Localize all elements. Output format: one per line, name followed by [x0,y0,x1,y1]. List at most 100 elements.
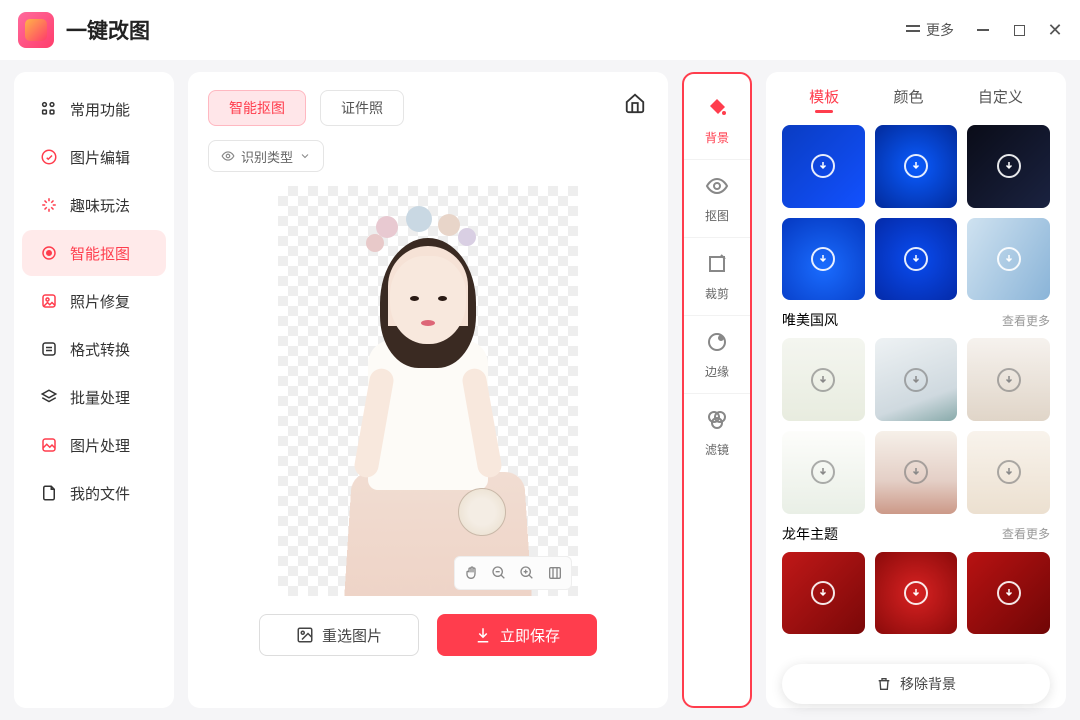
sparkle-icon [40,196,58,214]
chevron-down-icon [299,150,311,162]
more-menu-button[interactable]: 更多 [906,20,954,40]
right-tabs: 模板 颜色 自定义 [782,86,1050,113]
template-thumb[interactable] [782,218,865,301]
sidebar-item-label: 智能抠图 [70,243,130,264]
sidebar-item-cutout[interactable]: 智能抠图 [22,230,166,276]
template-scroll[interactable]: 唯美国风 查看更多 龙年主题 查看更多 [782,125,1050,708]
download-icon [474,626,492,644]
download-icon [811,247,835,271]
canvas-toolbar [454,556,572,590]
sidebar-item-convert[interactable]: 格式转换 [22,326,166,372]
home-button[interactable] [624,92,646,119]
filter-icon [705,408,729,435]
workspace: 常用功能 图片编辑 趣味玩法 智能抠图 照片修复 格式转换 批量处理 图片处理 [0,60,1080,720]
see-more-dragon[interactable]: 查看更多 [1002,525,1050,542]
download-icon [997,247,1021,271]
tool-crop[interactable]: 裁剪 [684,238,750,316]
tab-id-photo[interactable]: 证件照 [320,90,404,126]
download-icon [904,368,928,392]
image-canvas[interactable] [278,186,578,596]
download-icon [997,581,1021,605]
template-thumb[interactable] [875,338,958,421]
zoom-in-button[interactable] [514,560,540,586]
tool-strip: 背景 抠图 裁剪 边缘 滤镜 [682,72,752,708]
rtab-template[interactable]: 模板 [809,86,839,113]
section-guofeng: 唯美国风 查看更多 [782,310,1050,330]
download-icon [904,247,928,271]
close-button[interactable]: ✕ [1048,23,1062,37]
template-thumb[interactable] [782,338,865,421]
sidebar-item-label: 我的文件 [70,483,130,504]
template-thumb[interactable] [967,125,1050,208]
download-icon [811,368,835,392]
template-thumb[interactable] [875,125,958,208]
download-icon [997,368,1021,392]
eye-icon [221,149,235,163]
see-more-guofeng[interactable]: 查看更多 [1002,312,1050,329]
layers-icon [40,388,58,406]
rtab-color[interactable]: 颜色 [893,86,923,113]
template-thumb[interactable] [967,218,1050,301]
tab-smart-cutout[interactable]: 智能抠图 [208,90,306,126]
template-thumb[interactable] [875,218,958,301]
download-icon [997,154,1021,178]
sidebar-item-fun[interactable]: 趣味玩法 [22,182,166,228]
bucket-icon [705,96,729,123]
template-thumb[interactable] [782,552,865,635]
sidebar-item-batch[interactable]: 批量处理 [22,374,166,420]
sidebar-item-label: 图片编辑 [70,147,130,168]
download-icon [904,154,928,178]
sidebar-item-process[interactable]: 图片处理 [22,422,166,468]
main-panel: 智能抠图 证件照 识别类型 [188,72,668,708]
sidebar-item-files[interactable]: 我的文件 [22,470,166,516]
eye-icon [705,174,729,201]
mode-tabs: 智能抠图 证件照 [208,90,648,126]
template-thumb[interactable] [782,431,865,514]
titlebar: 一键改图 更多 ✕ [0,0,1080,60]
sidebar: 常用功能 图片编辑 趣味玩法 智能抠图 照片修复 格式转换 批量处理 图片处理 [14,72,174,708]
file-icon [40,484,58,502]
save-button[interactable]: 立即保存 [437,614,597,656]
sidebar-item-label: 常用功能 [70,99,130,120]
maximize-button[interactable] [1012,23,1026,37]
template-thumb[interactable] [875,431,958,514]
app-title: 一键改图 [66,15,150,45]
convert-icon [40,340,58,358]
pan-tool-button[interactable] [458,560,484,586]
fit-screen-button[interactable] [542,560,568,586]
tool-edge[interactable]: 边缘 [684,316,750,394]
action-buttons: 重选图片 立即保存 [259,614,597,656]
remove-background-button[interactable]: 移除背景 [782,664,1050,704]
sidebar-item-edit[interactable]: 图片编辑 [22,134,166,180]
tool-cutout[interactable]: 抠图 [684,160,750,238]
template-thumb[interactable] [875,552,958,635]
template-thumb[interactable] [967,338,1050,421]
app-logo-icon [18,12,54,48]
download-icon [811,154,835,178]
minimize-button[interactable] [976,23,990,37]
edge-icon [705,330,729,357]
tool-filter[interactable]: 滤镜 [684,394,750,472]
download-icon [904,460,928,484]
download-icon [811,581,835,605]
reselect-image-button[interactable]: 重选图片 [259,614,419,656]
restore-icon [40,292,58,310]
sidebar-item-common[interactable]: 常用功能 [22,86,166,132]
download-icon [997,460,1021,484]
sidebar-item-label: 照片修复 [70,291,130,312]
recognition-type-dropdown[interactable]: 识别类型 [208,140,324,172]
edit-icon [40,148,58,166]
tool-background[interactable]: 背景 [684,82,750,160]
image-icon [296,626,314,644]
sidebar-item-restore[interactable]: 照片修复 [22,278,166,324]
sidebar-item-label: 图片处理 [70,435,130,456]
template-grid-guofeng [782,338,1050,513]
rtab-custom[interactable]: 自定义 [978,86,1023,113]
template-thumb[interactable] [967,552,1050,635]
grid-icon [40,100,58,118]
target-icon [40,244,58,262]
template-thumb[interactable] [967,431,1050,514]
zoom-out-button[interactable] [486,560,512,586]
template-thumb[interactable] [782,125,865,208]
canvas-area: 重选图片 立即保存 [208,186,648,690]
